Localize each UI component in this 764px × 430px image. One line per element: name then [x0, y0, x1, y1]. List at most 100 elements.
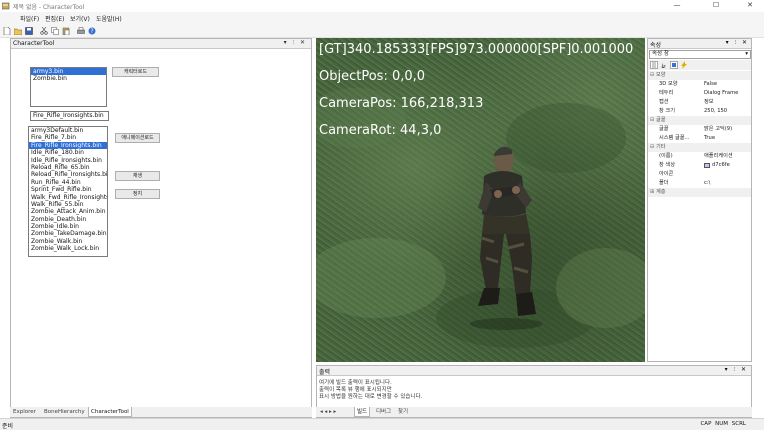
maximize-button[interactable]: ☐ — [703, 0, 729, 12]
animation-list-item[interactable]: Reload_Rifle_65.bin — [29, 164, 107, 171]
property-row[interactable]: 글꼴 맑은 고딕(9) — [648, 125, 751, 134]
property-value[interactable]: 정보 — [704, 98, 752, 107]
animation-list-item[interactable]: Zombie_TakeDamage.bin — [29, 230, 107, 237]
category-label: 글꼴 — [656, 117, 666, 123]
expand-icon[interactable]: ⊟ — [650, 116, 654, 125]
property-row[interactable]: 시스템 글꼴... True — [648, 134, 751, 143]
minimize-button[interactable]: — — [664, 0, 690, 12]
print-icon[interactable] — [77, 27, 85, 35]
property-row[interactable]: 폴더 c:\ — [648, 179, 751, 188]
property-category[interactable]: ⊞ 계층 — [648, 188, 751, 197]
property-row[interactable]: (이름) 애플리케이션 — [648, 152, 751, 161]
expand-icon[interactable]: ⊟ — [650, 143, 654, 152]
property-value[interactable]: 애플리케이션 — [704, 152, 752, 161]
property-value[interactable]: d7c6fe — [712, 161, 760, 170]
open-folder-icon[interactable] — [14, 27, 22, 35]
properties-header-buttons[interactable]: ▾ ⫶ ✕ — [726, 39, 749, 47]
expand-icon[interactable]: ⊟ — [650, 71, 654, 80]
property-value[interactable]: 250, 150 — [704, 107, 752, 116]
menu-bar: 파일(F) 편집(E) 보기(V) 도움말(H) — [0, 12, 764, 24]
property-value[interactable]: 맑은 고딕(9) — [704, 125, 752, 134]
properties-combo[interactable]: 속성 창 ▾ — [649, 50, 751, 59]
property-value[interactable]: Dialog Frame — [704, 89, 752, 98]
svg-text:?: ? — [90, 28, 93, 35]
render-viewport[interactable]: [GT]340.185333[FPS]973.000000[SPF]0.0010… — [316, 38, 645, 362]
load-animation-button[interactable]: 애니메이션로드 — [115, 133, 160, 143]
property-row[interactable]: 테두리 Dialog Frame — [648, 89, 751, 98]
property-category[interactable]: ⊟ 글꼴 — [648, 116, 751, 125]
cut-icon[interactable] — [40, 27, 48, 35]
mesh-list-item[interactable]: army3.bin — [31, 68, 106, 76]
save-icon[interactable] — [25, 27, 33, 35]
toolbar: ? — [0, 24, 764, 38]
copy-icon[interactable] — [51, 27, 59, 35]
animation-list-item[interactable]: Zombie_Attack_Anim.bin — [29, 208, 107, 215]
property-name: 시스템 글꼴... — [659, 135, 690, 141]
animation-list-item[interactable]: Run_Rifle_44.bin — [29, 179, 107, 186]
property-name: 테두리 — [659, 90, 674, 96]
new-file-icon[interactable] — [3, 27, 11, 35]
animation-file-textbox[interactable]: Fire_Rifle_Ironsights.bin — [30, 111, 109, 121]
menu-edit[interactable]: 편집(E) — [45, 14, 65, 23]
menu-help[interactable]: 도움말(H) — [96, 14, 122, 23]
tab-build[interactable]: 빌드 — [354, 407, 371, 417]
tab-find[interactable]: 찾기 — [396, 407, 410, 417]
expand-icon[interactable]: ⊞ — [650, 188, 654, 197]
animation-list-item[interactable]: army3Default.bin — [29, 127, 107, 134]
character-tool-panel: CharacterTool ▾ ⫶ ✕ army3.bin Zombie.bin … — [10, 38, 312, 418]
animation-list-item[interactable]: Fire_Rifle_7.bin — [29, 134, 107, 141]
output-header-buttons[interactable]: ▾ ⫶ ✕ — [725, 366, 748, 374]
animation-list-item[interactable]: Zombie_Death.bin — [29, 216, 107, 223]
help-icon[interactable]: ? — [88, 27, 96, 35]
animation-list-item[interactable]: Zombie_Walk_Lock.bin — [29, 245, 107, 252]
events-lightning-icon[interactable] — [680, 61, 688, 69]
animation-listbox[interactable]: army3Default.bin Fire_Rifle_7.bin Fire_Rif… — [28, 126, 108, 257]
chevron-down-icon: ▾ — [745, 51, 748, 57]
animation-list-item[interactable]: Idle_Rifle_180.bin — [29, 149, 107, 156]
alphabetical-icon[interactable]: ↓z — [660, 61, 668, 69]
property-category[interactable]: ⊟ 모양 — [648, 71, 751, 80]
property-name: 캡션 — [659, 99, 669, 105]
animation-list-item[interactable]: Walk_Rifle_55.bin — [29, 201, 107, 208]
tab-bone-hierarchy[interactable]: BoneHierarchy — [42, 407, 87, 417]
category-label: 모양 — [656, 72, 666, 78]
tab-explorer[interactable]: Explorer — [11, 407, 38, 417]
property-name: 창 크기 — [659, 108, 675, 114]
hud-timing: [GT]340.185333[FPS]973.000000[SPF]0.0010… — [319, 42, 634, 57]
property-row[interactable]: 캡션 정보 — [648, 98, 751, 107]
property-row[interactable]: 창 색상 d7c6fe — [648, 161, 751, 170]
property-row[interactable]: 아이콘 — [648, 170, 751, 179]
close-button[interactable]: ✕ — [737, 0, 763, 12]
menu-view[interactable]: 보기(V) — [70, 14, 90, 23]
hud-camera-rot: CameraRot: 44,3,0 — [319, 123, 442, 138]
property-row[interactable]: 창 크기 250, 150 — [648, 107, 751, 116]
category-label: 기타 — [656, 144, 666, 150]
stop-button[interactable]: 정지 — [115, 189, 160, 199]
animation-list-item[interactable]: Fire_Rifle_Ironsights.bin — [29, 141, 107, 150]
soldier-character-model — [470, 146, 542, 330]
load-character-button[interactable]: 캐릭터로드 — [112, 67, 159, 77]
property-category[interactable]: ⊟ 기타 — [648, 143, 751, 152]
mesh-list-item[interactable]: Zombie.bin — [31, 75, 106, 82]
menu-file[interactable]: 파일(F) — [20, 14, 39, 23]
property-value[interactable]: c:\ — [704, 179, 752, 188]
animation-list-item[interactable]: Walk_Fwd_Rifle_Ironsights — [29, 194, 107, 201]
animation-list-item[interactable]: Idle_Rifle_Ironsights.bin — [29, 157, 107, 164]
mesh-listbox[interactable]: army3.bin Zombie.bin — [30, 67, 107, 107]
categorized-icon[interactable] — [650, 61, 658, 69]
play-button[interactable]: 재생 — [115, 171, 160, 181]
animation-list-item[interactable]: Zombie_Walk.bin — [29, 238, 107, 245]
panel-header-buttons[interactable]: ▾ ⫶ ✕ — [284, 39, 307, 47]
property-value[interactable]: True — [704, 134, 752, 143]
tab-debug[interactable]: 디버그 — [374, 407, 393, 417]
property-row[interactable]: 3D 모양 False — [648, 80, 751, 89]
property-pages-icon[interactable] — [670, 61, 678, 69]
paste-icon[interactable] — [62, 27, 70, 35]
animation-list-item[interactable]: Sprint_Fwd_Rifle.bin — [29, 186, 107, 193]
window-title: 제목 없음 - CharacterTool — [13, 4, 85, 11]
output-tab-nav[interactable]: ◂ ◂ ▸ ▸ — [318, 407, 338, 417]
animation-list-item[interactable]: Zombie_Idle.bin — [29, 223, 107, 230]
animation-list-item[interactable]: Reload_Rifle_Ironsights.bin — [29, 171, 107, 178]
tab-character-tool[interactable]: CharacterTool — [88, 407, 132, 417]
property-value[interactable]: False — [704, 80, 752, 89]
